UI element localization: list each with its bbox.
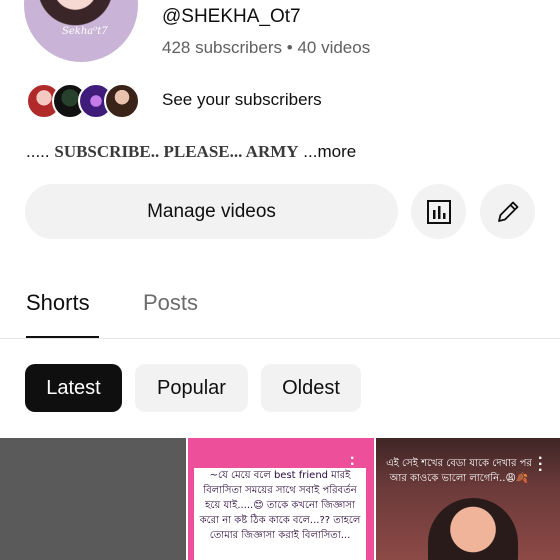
filter-chip-popular[interactable]: Popular (135, 364, 248, 412)
description-prefix: ..... (26, 142, 50, 161)
thumbnail-caption: ~যে মেয়ে বলে best friend মারই বিলাসিতা … (199, 470, 361, 541)
see-subscribers-link[interactable]: See your subscribers (162, 90, 322, 110)
video-count: 40 videos (297, 38, 371, 57)
more-options-icon[interactable]: · · · (350, 451, 355, 479)
thumbnail-caption: এই সেই শখের বেডা যাকে দেখার পর আর কাওকে … (386, 458, 532, 484)
tab-shorts[interactable]: Shorts (26, 290, 90, 316)
subscriber-count: 428 subscribers (162, 38, 283, 57)
analytics-icon (426, 199, 451, 224)
subscriber-avatars[interactable] (26, 82, 140, 120)
edit-channel-button[interactable] (480, 184, 535, 239)
subscriber-avatar (104, 83, 140, 119)
description-text: SUBSCRIBE.. PLEASE... ARMY (54, 142, 299, 161)
selected-tab-indicator (26, 336, 99, 338)
channel-stats: 428 subscribers • 40 videos (162, 38, 370, 58)
more-options-icon[interactable]: · · · (538, 451, 543, 479)
channel-avatar[interactable]: Sekha⁰t7 (24, 0, 138, 62)
tab-posts[interactable]: Posts (143, 290, 198, 316)
stats-separator: • (286, 38, 293, 57)
pencil-icon (497, 201, 518, 222)
thumbnail-image (428, 498, 518, 560)
analytics-button[interactable] (411, 184, 466, 239)
short-thumbnail[interactable] (0, 438, 186, 560)
channel-description[interactable]: ..... SUBSCRIBE.. PLEASE... ARMY ...more (26, 142, 356, 162)
filter-chip-latest[interactable]: Latest (25, 364, 122, 412)
description-more-link[interactable]: ...more (303, 142, 356, 161)
filter-chip-oldest[interactable]: Oldest (261, 364, 361, 412)
channel-handle: @SHEKHA_Ot7 (162, 6, 301, 27)
avatar-watermark: Sekha⁰t7 (62, 26, 108, 37)
short-thumbnail[interactable]: ~যে মেয়ে বলে best friend মারই বিলাসিতা … (188, 438, 374, 560)
channel-tabs: Shorts Posts (0, 270, 560, 339)
short-thumbnail[interactable]: এই সেই শখের বেডা যাকে দেখার পর আর কাওকে … (376, 438, 560, 560)
manage-videos-button[interactable]: Manage videos (25, 184, 398, 239)
